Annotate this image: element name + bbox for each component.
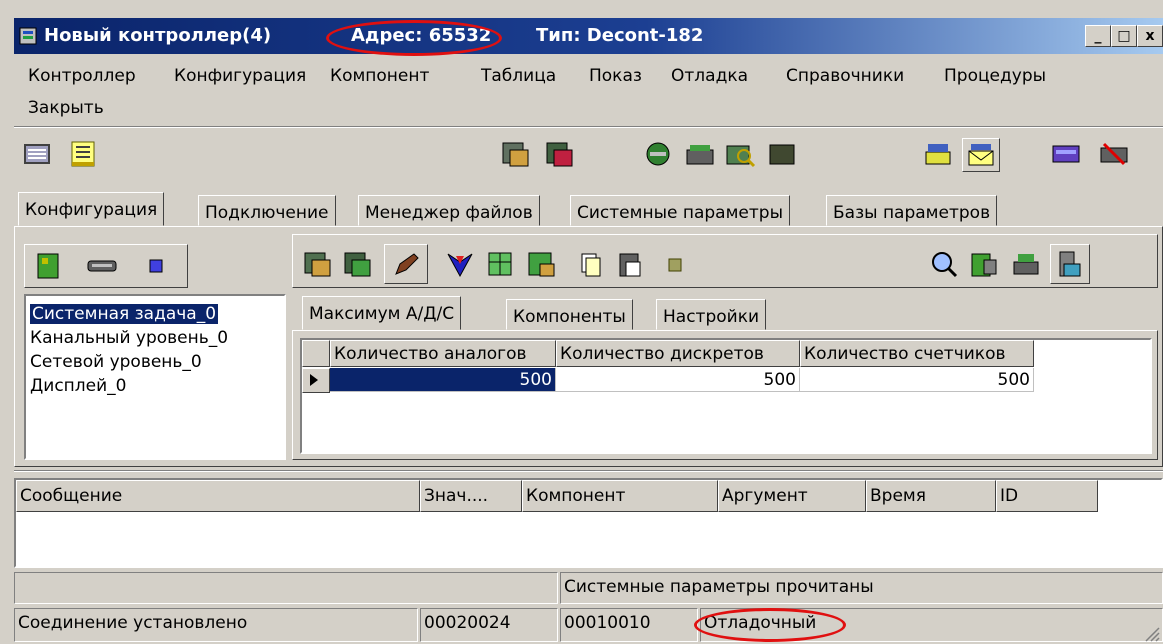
status-code-2: 00010010: [560, 608, 698, 642]
minimize-button[interactable]: _: [1085, 25, 1111, 47]
tree-item-display[interactable]: Дисплей_0: [30, 376, 126, 396]
cell-counters[interactable]: 500: [800, 368, 1034, 392]
read-component-icon[interactable]: [302, 250, 334, 278]
row-pointer-icon: [310, 374, 318, 386]
keyboard-icon[interactable]: [22, 140, 54, 168]
mail-icon: [968, 144, 994, 166]
menu-configuration[interactable]: Конфигурация: [174, 66, 306, 86]
table-edit-icon[interactable]: [526, 250, 558, 278]
send-icon[interactable]: [922, 140, 954, 168]
layout-icon: [1059, 251, 1081, 277]
pen-icon: [395, 253, 419, 275]
status-info: Системные параметры прочитаны: [560, 572, 1163, 604]
write-component-icon[interactable]: [342, 250, 374, 278]
read-config-icon[interactable]: [500, 140, 532, 168]
status-empty-panel: [14, 572, 558, 604]
copy-icon[interactable]: [574, 250, 606, 278]
msg-header-message[interactable]: Сообщение: [16, 480, 420, 512]
row-indicator: [302, 368, 330, 393]
close-button[interactable]: x: [1137, 25, 1163, 47]
status-connection: Соединение установлено: [14, 608, 418, 642]
filter-icon[interactable]: [444, 250, 476, 278]
network-icon[interactable]: [1050, 140, 1082, 168]
menu-procedures[interactable]: Процедуры: [944, 66, 1046, 86]
grid-header-discretes[interactable]: Количество дискретов: [556, 340, 800, 367]
menu-debug[interactable]: Отладка: [671, 66, 748, 86]
table-add-icon[interactable]: [486, 250, 518, 278]
tab-system-parameters[interactable]: Системные параметры: [570, 195, 790, 226]
msg-header-time[interactable]: Время: [866, 480, 996, 512]
tab-settings[interactable]: Настройки: [656, 299, 767, 330]
slot-icon[interactable]: [86, 252, 118, 280]
menu-controller[interactable]: Контроллер: [28, 66, 136, 86]
tree-item-system-task[interactable]: Системная задача_0: [30, 304, 219, 324]
inspect-icon[interactable]: [724, 140, 756, 168]
tab-parameter-bases[interactable]: Базы параметров: [826, 195, 998, 226]
edit-toggle-button[interactable]: [384, 244, 428, 284]
write-config-icon[interactable]: [544, 140, 576, 168]
status-code-1: 00020024: [420, 608, 558, 642]
tree-item-channel-level[interactable]: Канальный уровень_0: [30, 328, 228, 348]
small-module-icon[interactable]: [660, 250, 692, 278]
menu-references[interactable]: Справочники: [786, 66, 904, 86]
window-type: Тип: Decont-182: [536, 25, 704, 46]
menu-table[interactable]: Таблица: [481, 66, 556, 86]
mail-toggle-button[interactable]: [962, 138, 1000, 172]
tab-file-manager[interactable]: Менеджер файлов: [358, 195, 540, 226]
msg-header-id[interactable]: ID: [996, 480, 1098, 512]
tab-components[interactable]: Компоненты: [506, 299, 633, 330]
device-icon[interactable]: [684, 140, 716, 168]
connect-icon[interactable]: [642, 140, 674, 168]
toolbar-separator: [14, 126, 1163, 128]
menu-close[interactable]: Закрыть: [28, 98, 104, 118]
search-icon[interactable]: [928, 250, 960, 278]
msg-header-argument[interactable]: Аргумент: [718, 480, 866, 512]
cell-discretes[interactable]: 500: [556, 368, 800, 392]
title-bar[interactable]: Новый контроллер(4) Адрес: 65532 Тип: De…: [14, 18, 1163, 54]
module-icon[interactable]: [766, 140, 798, 168]
parameters-grid[interactable]: Количество аналогов Количество дискретов…: [300, 338, 1152, 454]
disconnect-icon[interactable]: [1098, 140, 1130, 168]
grid-header-counters[interactable]: Количество счетчиков: [800, 340, 1034, 367]
splitter[interactable]: [14, 470, 1163, 472]
msg-header-component[interactable]: Компонент: [522, 480, 718, 512]
tab-configuration[interactable]: Конфигурация: [18, 192, 165, 226]
menu-component[interactable]: Компонент: [330, 66, 429, 86]
chip-icon[interactable]: [140, 252, 172, 280]
board-icon[interactable]: [32, 252, 64, 280]
cell-analogs[interactable]: 500: [330, 368, 556, 392]
grid-corner: [302, 340, 330, 367]
grid-header-analogs[interactable]: Количество аналогов: [330, 340, 556, 367]
printer-icon[interactable]: [1010, 250, 1042, 278]
window-title: Новый контроллер(4): [44, 25, 272, 46]
message-list[interactable]: Сообщение Знач.... Компонент Аргумент Вр…: [14, 478, 1163, 568]
tab-max-adc[interactable]: Максимум А/Д/С: [302, 296, 462, 330]
mode-highlight-oval: [694, 608, 846, 642]
component-tree[interactable]: Системная задача_0 Канальный уровень_0 С…: [24, 294, 286, 460]
msg-header-value[interactable]: Знач....: [420, 480, 522, 512]
paste-icon[interactable]: [614, 250, 646, 278]
address-highlight-oval: [326, 20, 502, 56]
tree-item-network-level[interactable]: Сетевой уровень_0: [30, 352, 202, 372]
maximize-button[interactable]: □: [1111, 25, 1137, 47]
tab-connection[interactable]: Подключение: [198, 195, 336, 226]
app-icon: [19, 27, 37, 45]
layout-toggle-button[interactable]: [1050, 244, 1090, 284]
menu-view[interactable]: Показ: [589, 66, 642, 86]
board-settings-icon[interactable]: [968, 250, 1000, 278]
resize-grip-icon[interactable]: [1142, 624, 1160, 642]
document-list-icon[interactable]: [68, 140, 100, 168]
